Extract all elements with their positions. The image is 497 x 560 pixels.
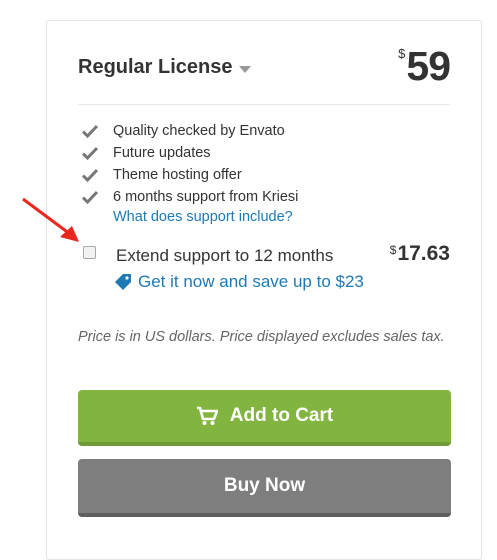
add-to-cart-button[interactable]: Add to Cart [78,390,451,446]
save-offer-link[interactable]: Get it now and save up to $23 [114,272,364,292]
feature-label: Theme hosting offer [113,167,242,183]
feature-item: Theme hosting offer [82,164,298,186]
license-type-select[interactable]: Regular License [78,56,251,79]
buy-now-label: Buy Now [223,475,306,496]
license-price-currency: $ [398,46,406,61]
checkmark-icon [82,146,98,160]
red-arrow-annotation-icon [22,197,79,242]
extend-support-label[interactable]: Extend support to 12 months [116,246,333,266]
feature-label: Quality checked by Envato [113,123,285,139]
cart-icon [196,406,218,425]
checkmark-icon [82,124,98,138]
extend-price-amount: 17.63 [397,242,450,265]
chevron-down-icon [238,66,251,73]
support-info-link[interactable]: What does support include? [113,209,293,225]
feature-item: Quality checked by Envato [82,120,298,142]
checkmark-icon [82,190,98,204]
feature-list: Quality checked by Envato Future updates… [82,120,298,208]
feature-item: 6 months support from Kriesi [82,186,298,208]
extend-support-checkbox[interactable] [83,246,96,259]
buy-now-button[interactable]: Buy Now [78,459,451,517]
checkmark-icon [82,168,98,182]
license-title: Regular License [78,56,233,78]
price-tag-icon [115,274,131,290]
extend-price-currency: $ [389,243,397,257]
extend-support-price: $ 17.63 [390,242,450,266]
feature-label: 6 months support from Kriesi [113,189,299,205]
add-to-cart-label: Add to Cart [229,405,334,426]
feature-item: Future updates [82,142,298,164]
license-price-amount: 59 [406,43,451,89]
divider [78,104,450,105]
price-note: Price is in US dollars. Price displayed … [78,329,445,345]
save-offer-label[interactable]: Get it now and save up to $23 [138,272,364,292]
feature-label: Future updates [113,145,211,161]
license-price: $ 59 [398,40,451,89]
